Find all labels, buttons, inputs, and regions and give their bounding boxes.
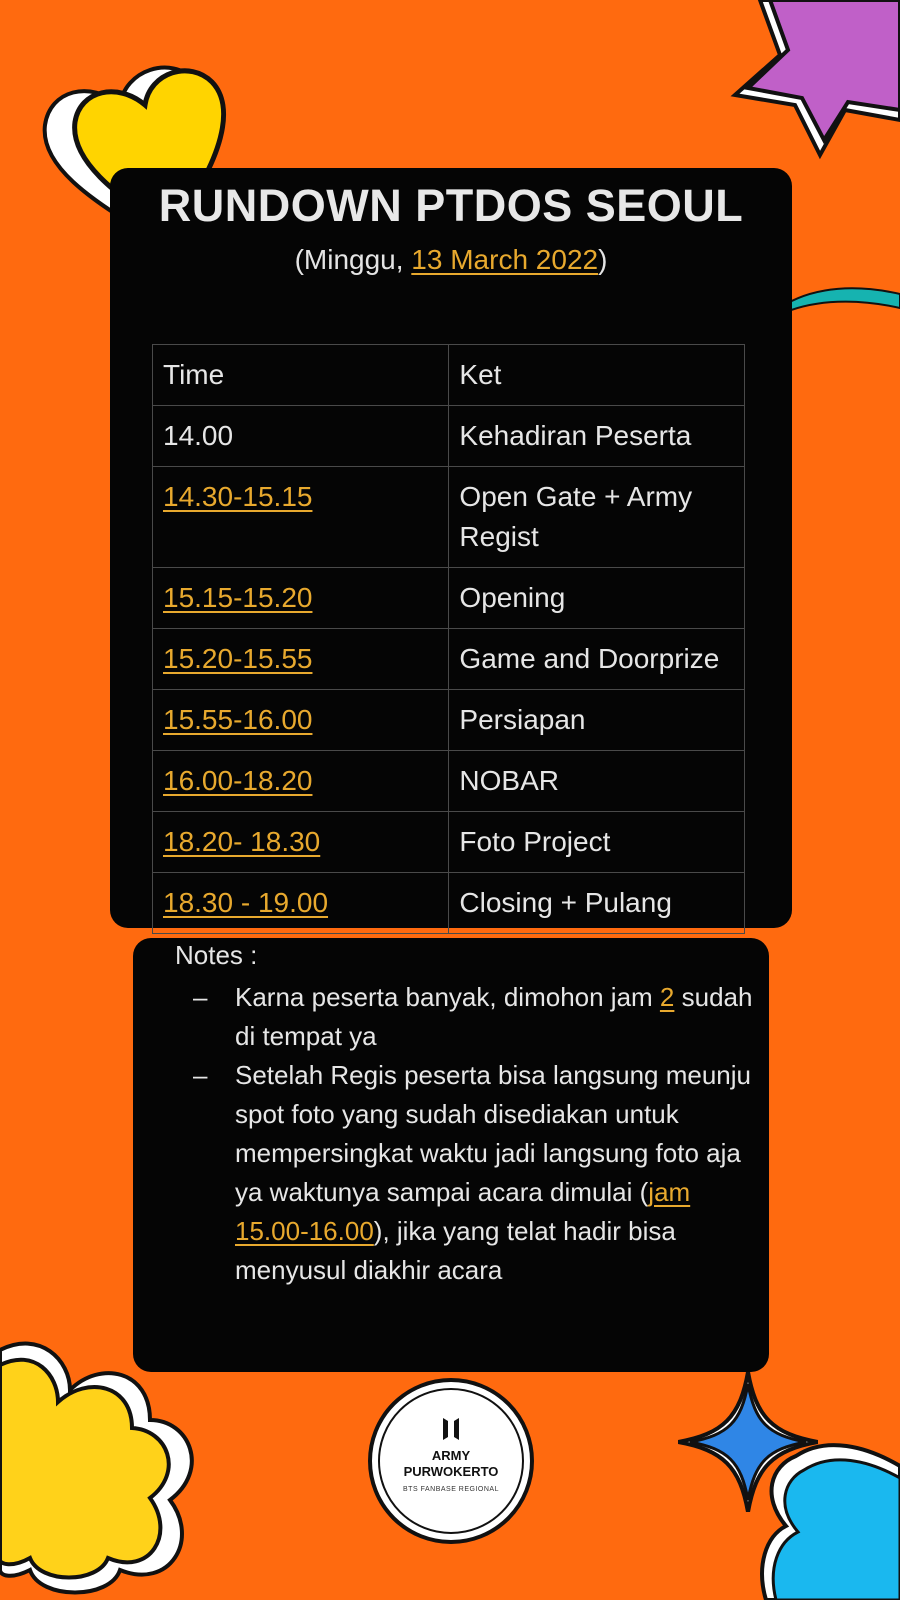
table-row: 16.00-18.20 NOBAR xyxy=(151,750,745,812)
army-purwokerto-logo: ARMY PURWOKERTO BTS FANBASE REGIONAL xyxy=(368,1378,534,1544)
logo-line-fanbase: BTS FANBASE REGIONAL xyxy=(403,1486,499,1493)
notes-label: Notes : xyxy=(175,940,258,970)
logo-line-purwokerto: PURWOKERTO xyxy=(403,1464,499,1479)
cell-ket: Opening xyxy=(448,567,745,629)
bts-emblem-icon xyxy=(443,1418,459,1440)
cell-time: 14.00 xyxy=(151,405,450,467)
subtitle-prefix: (Minggu, xyxy=(294,244,412,275)
cell-ket: NOBAR xyxy=(448,750,745,812)
notes-list: – Karna peserta banyak, dimohon jam 2 su… xyxy=(193,978,753,1290)
note-time-link[interactable]: 2 xyxy=(660,982,674,1012)
pink-star-sticker xyxy=(730,0,900,160)
cyan-flower-sticker xyxy=(760,1443,900,1600)
cell-time: 18.20- 18.30 xyxy=(151,811,450,873)
time-text: 14.00 xyxy=(163,420,234,451)
table-row: 15.20-15.55 Game and Doorprize xyxy=(151,628,745,690)
page-title: RUNDOWN PTDOS SEOUL xyxy=(158,180,744,231)
schedule-table: Time Ket 14.00 Kehadiran Peserta 14.30-15.… xyxy=(151,344,745,934)
cell-time: 15.20-15.55 xyxy=(151,628,450,690)
cell-time: 15.15-15.20 xyxy=(151,567,450,629)
cell-ket: Foto Project xyxy=(448,811,745,873)
table-row: 14.30-15.15 Open Gate + Army Regist xyxy=(151,466,745,568)
time-link[interactable]: 18.20- 18.30 xyxy=(163,826,320,857)
note-text: Karna peserta banyak, dimohon jam xyxy=(235,982,660,1012)
cell-time: 14.30-15.15 xyxy=(151,466,450,568)
cell-ket: Closing + Pulang xyxy=(448,872,745,934)
cell-time: 16.00-18.20 xyxy=(151,750,450,812)
subtitle-suffix: ) xyxy=(598,244,608,275)
cell-ket: Persiapan xyxy=(448,689,745,751)
table-header-row: Time Ket xyxy=(151,344,745,406)
notes-card: Notes : – Karna peserta banyak, dimohon … xyxy=(133,938,769,1372)
time-link[interactable]: 15.20-15.55 xyxy=(163,643,312,674)
rundown-card: RUNDOWN PTDOS SEOUL (Minggu, 13 March 20… xyxy=(110,168,792,934)
table-row: 18.30 - 19.00 Closing + Pulang xyxy=(151,872,745,934)
time-link[interactable]: 16.00-18.20 xyxy=(163,765,312,796)
bullet-dash: – xyxy=(193,1060,208,1090)
cell-ket: Kehadiran Peserta xyxy=(448,405,745,467)
bullet-dash: – xyxy=(193,982,208,1012)
cell-ket: Game and Doorprize xyxy=(448,628,745,690)
time-link[interactable]: 14.30-15.15 xyxy=(163,481,312,512)
column-header-ket: Ket xyxy=(448,344,745,406)
time-link[interactable]: 15.55-16.00 xyxy=(163,704,312,735)
table-row: 18.20- 18.30 Foto Project xyxy=(151,811,745,873)
logo-line-army: ARMY xyxy=(431,1448,471,1463)
list-item: – Setelah Regis peserta bisa langsung me… xyxy=(193,1056,753,1290)
teal-swoosh-sticker xyxy=(786,287,900,314)
column-header-time: Time xyxy=(151,344,450,406)
event-date-subtitle: (Minggu, 13 March 2022) xyxy=(110,244,792,276)
cell-time: 15.55-16.00 xyxy=(151,689,450,751)
time-link[interactable]: 18.30 - 19.00 xyxy=(163,887,328,918)
event-date-link[interactable]: 13 March 2022 xyxy=(411,244,598,275)
time-link[interactable]: 15.15-15.20 xyxy=(163,582,312,613)
cell-ket: Open Gate + Army Regist xyxy=(448,466,745,568)
table-row: 14.00 Kehadiran Peserta xyxy=(151,405,745,467)
list-item: – Karna peserta banyak, dimohon jam 2 su… xyxy=(193,978,753,1056)
table-row: 15.55-16.00 Persiapan xyxy=(151,689,745,751)
table-row: 15.15-15.20 Opening xyxy=(151,567,745,629)
cell-time: 18.30 - 19.00 xyxy=(151,872,450,934)
